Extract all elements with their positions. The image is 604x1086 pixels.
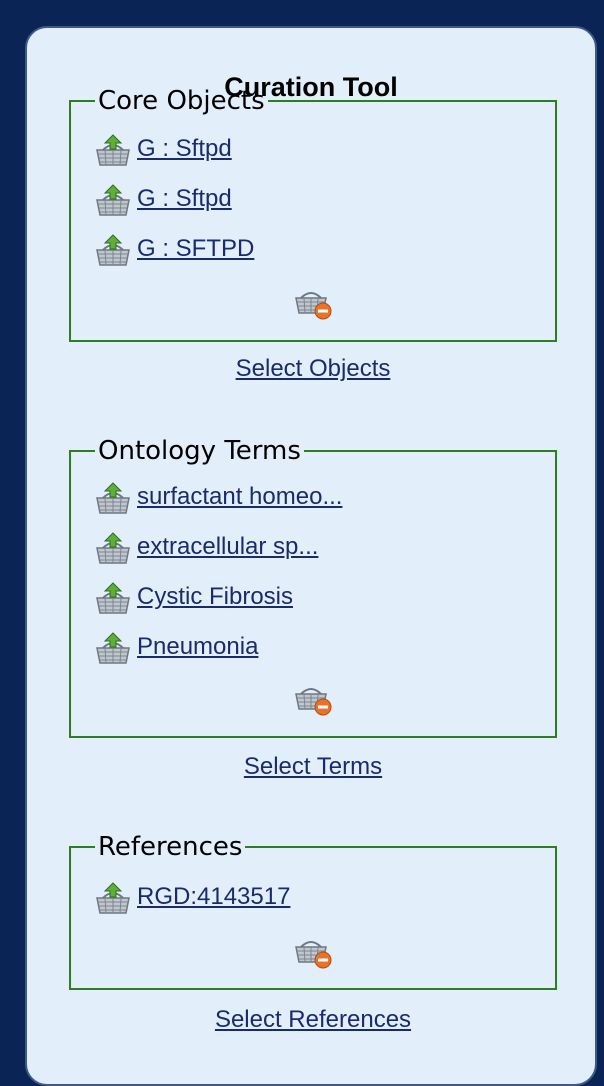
ontology-term-link[interactable]: Cystic Fibrosis (137, 582, 293, 616)
ontology-terms-legend: Ontology Terms (98, 436, 301, 466)
basket-add-icon[interactable] (93, 882, 133, 916)
basket-add-icon[interactable] (93, 482, 133, 516)
select-terms-link[interactable]: Select Terms (69, 753, 557, 781)
basket-add-icon[interactable] (93, 134, 133, 168)
basket-remove-icon[interactable] (292, 933, 332, 969)
list-item: G : SFTPD (71, 218, 555, 268)
reference-link[interactable]: RGD:4143517 (137, 882, 290, 916)
list-item: extracellular sp... (71, 516, 555, 566)
core-object-link[interactable]: G : SFTPD (137, 234, 254, 268)
basket-add-icon[interactable] (93, 532, 133, 566)
core-object-link[interactable]: G : Sftpd (137, 134, 232, 168)
core-objects-legend: Core Objects (98, 86, 265, 116)
core-object-link[interactable]: G : Sftpd (137, 184, 232, 218)
basket-remove-icon[interactable] (292, 680, 332, 716)
basket-add-icon[interactable] (93, 582, 133, 616)
list-item: RGD:4143517 (71, 866, 555, 916)
list-item: Cystic Fibrosis (71, 566, 555, 616)
basket-add-icon[interactable] (93, 234, 133, 268)
select-references-link[interactable]: Select References (69, 1006, 557, 1034)
basket-remove-icon[interactable] (292, 284, 332, 320)
select-objects-link[interactable]: Select Objects (69, 355, 557, 383)
ontology-term-link[interactable]: Pneumonia (137, 632, 258, 666)
list-item: Pneumonia (71, 616, 555, 666)
list-item: G : Sftpd (71, 118, 555, 168)
list-item: surfactant homeo... (71, 466, 555, 516)
list-item: G : Sftpd (71, 168, 555, 218)
references-legend: References (98, 832, 243, 862)
basket-add-icon[interactable] (93, 632, 133, 666)
ontology-term-link[interactable]: surfactant homeo... (137, 482, 342, 516)
ontology-term-link[interactable]: extracellular sp... (137, 532, 318, 566)
basket-add-icon[interactable] (93, 184, 133, 218)
